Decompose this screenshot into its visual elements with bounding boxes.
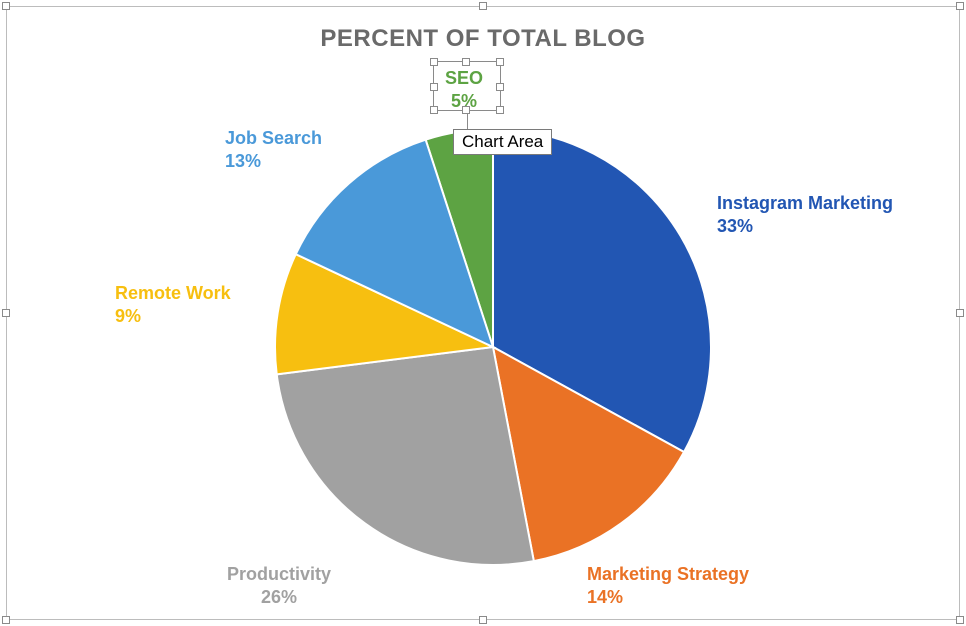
data-label-remote-work[interactable]: Remote Work 9% bbox=[115, 282, 231, 327]
selection-handle[interactable] bbox=[462, 58, 470, 66]
selection-handle[interactable] bbox=[496, 83, 504, 91]
chart-title[interactable]: PERCENT OF TOTAL BLOG bbox=[7, 25, 959, 53]
chart-selection-handle[interactable] bbox=[2, 2, 10, 10]
data-label-name: Remote Work bbox=[115, 283, 231, 303]
chart-selection-handle[interactable] bbox=[956, 309, 964, 317]
selection-handle[interactable] bbox=[462, 106, 470, 114]
selection-handle[interactable] bbox=[430, 58, 438, 66]
data-label-value: 33% bbox=[717, 215, 893, 238]
selection-handle[interactable] bbox=[430, 106, 438, 114]
chart-selection-handle[interactable] bbox=[479, 2, 487, 10]
data-label-name: Instagram Marketing bbox=[717, 193, 893, 213]
data-label-job-search[interactable]: Job Search 13% bbox=[225, 127, 322, 172]
chart-selection-handle[interactable] bbox=[2, 616, 10, 624]
pie-slice-productivity[interactable] bbox=[277, 347, 534, 565]
chart-area[interactable]: PERCENT OF TOTAL BLOG SEO 5% Instagram M… bbox=[6, 6, 960, 620]
chart-selection-handle[interactable] bbox=[956, 2, 964, 10]
chart-selection-handle[interactable] bbox=[2, 309, 10, 317]
selection-handle[interactable] bbox=[496, 106, 504, 114]
data-label-name: Marketing Strategy bbox=[587, 564, 749, 584]
data-label-value: 14% bbox=[587, 586, 749, 609]
data-label-value: 26% bbox=[227, 586, 331, 609]
data-label-value: 9% bbox=[115, 305, 231, 328]
data-label-instagram-marketing[interactable]: Instagram Marketing 33% bbox=[717, 192, 893, 237]
selection-handle[interactable] bbox=[496, 58, 504, 66]
data-label-name: Productivity bbox=[227, 564, 331, 584]
chart-selection-handle[interactable] bbox=[479, 616, 487, 624]
data-label-value: 13% bbox=[225, 150, 322, 173]
chart-selection-handle[interactable] bbox=[956, 616, 964, 624]
pie-plot[interactable] bbox=[273, 127, 713, 567]
selection-box-seo-label[interactable] bbox=[433, 61, 501, 111]
data-label-name: Job Search bbox=[225, 128, 322, 148]
data-label-productivity[interactable]: Productivity 26% bbox=[227, 563, 331, 608]
selection-handle[interactable] bbox=[430, 83, 438, 91]
data-label-marketing-strategy[interactable]: Marketing Strategy 14% bbox=[587, 563, 749, 608]
tooltip-chart-area: Chart Area bbox=[453, 129, 552, 155]
